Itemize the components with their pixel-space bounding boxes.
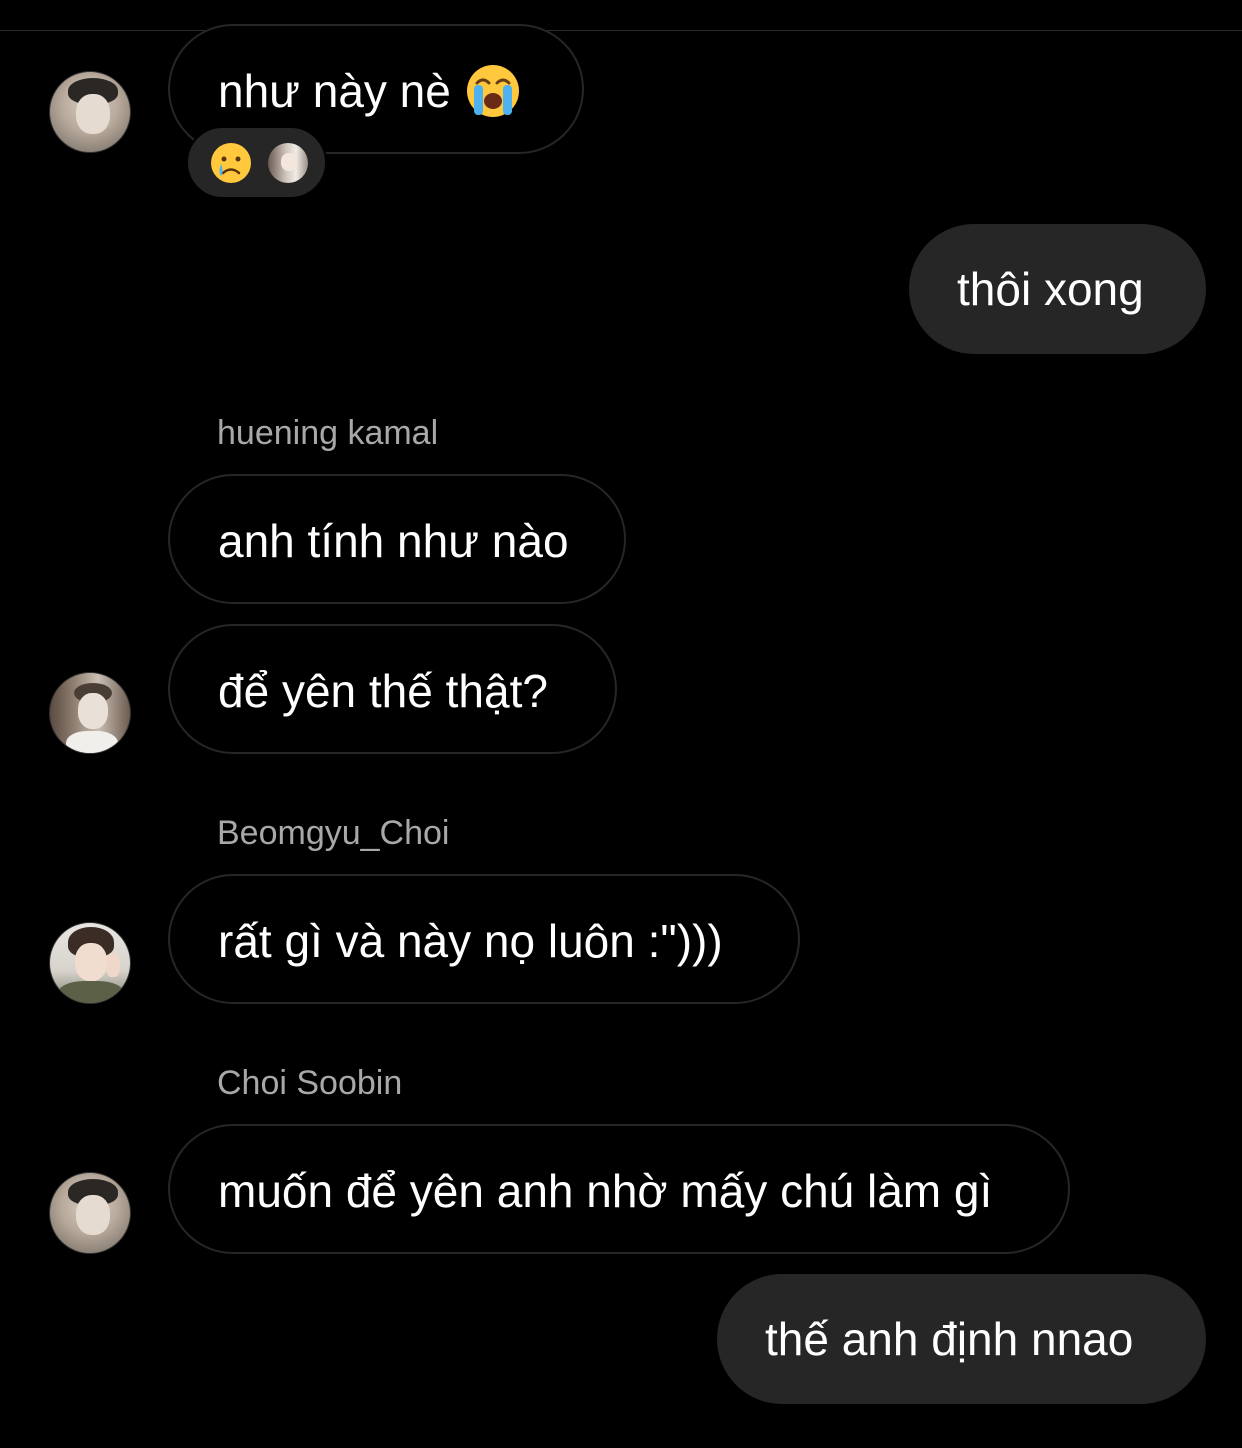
message-text: thế anh định nnao [765,1313,1134,1365]
message-text: để yên thế thật? [218,665,548,717]
message-text: như này nè [218,65,451,117]
reaction-user-avatar [268,143,308,183]
message-text: anh tính như nào [218,515,569,567]
sender-name: Choi Soobin [217,1064,403,1102]
avatar[interactable] [49,71,131,153]
message-bubble-incoming[interactable]: rất gì và này nọ luôn :"))) [168,874,800,1004]
message-bubble-incoming[interactable]: để yên thế thật? [168,624,617,754]
avatar[interactable] [49,1172,131,1254]
sender-name: Beomgyu_Choi [217,814,450,852]
message-text: muốn để yên anh nhờ mấy chú làm gì [218,1165,993,1217]
sender-name: huening kamal [217,414,439,452]
message-bubble-incoming[interactable]: anh tính như nào [168,474,626,604]
avatar[interactable] [49,922,131,1004]
message-bubble-outgoing[interactable]: thôi xong [909,224,1206,354]
message-bubble-incoming[interactable]: muốn để yên anh nhờ mấy chú làm gì [168,1124,1070,1254]
top-divider [0,30,1242,31]
message-text: thôi xong [957,263,1144,315]
reaction-pill[interactable] [186,126,327,199]
avatar[interactable] [49,672,131,754]
loudly-crying-face-icon [466,64,519,117]
crying-face-icon [211,143,251,183]
message-bubble-outgoing[interactable]: thế anh định nnao [717,1274,1206,1404]
message-text: rất gì và này nọ luôn :"))) [218,915,723,967]
